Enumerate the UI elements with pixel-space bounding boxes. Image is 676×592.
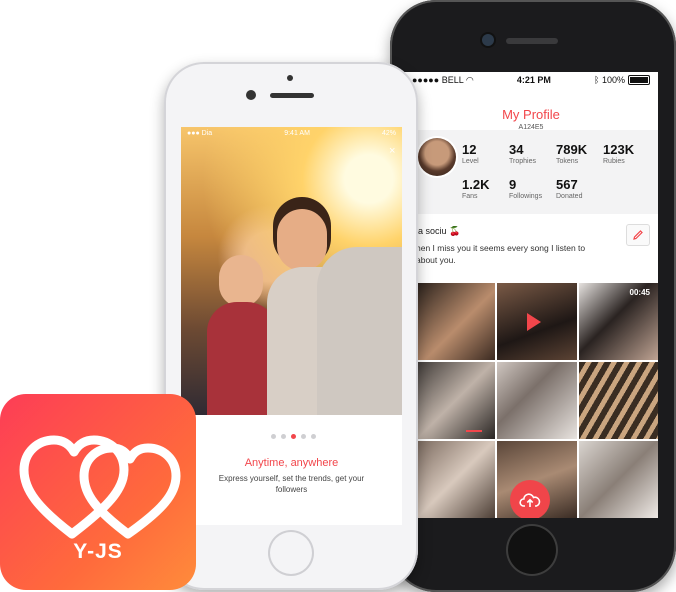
page-dot[interactable] bbox=[271, 434, 276, 439]
stat-value: 34 bbox=[509, 142, 524, 157]
video-duration: 00:45 bbox=[629, 288, 650, 297]
stat-fans: 1.2K Fans bbox=[462, 177, 489, 200]
home-button[interactable] bbox=[508, 526, 556, 574]
app-name: Y-JS bbox=[73, 540, 123, 563]
stat-label: Donated bbox=[556, 193, 583, 200]
stat-tokens: 789K Tokens bbox=[556, 142, 587, 165]
pencil-icon bbox=[633, 230, 643, 240]
media-tile[interactable] bbox=[416, 441, 496, 518]
status-time: 9:41 AM bbox=[284, 129, 310, 137]
media-tile[interactable] bbox=[497, 362, 577, 439]
stat-trophies: 34 Trophies bbox=[509, 142, 536, 165]
stat-label: Fans bbox=[462, 193, 478, 200]
earpiece-speaker bbox=[506, 38, 558, 44]
wifi-icon: ◠ bbox=[465, 74, 474, 85]
key-icon bbox=[466, 430, 482, 432]
media-tile[interactable] bbox=[578, 362, 658, 439]
signal-icon: ●●●●● bbox=[412, 74, 440, 85]
play-icon bbox=[527, 313, 542, 331]
battery-percent: 100% bbox=[601, 74, 625, 85]
status-bar: ●●●●● BELL ◠ 4:21 PM ᛒ 100% bbox=[404, 72, 658, 88]
stat-value: 1.2K bbox=[462, 177, 490, 192]
battery-percent: 42% bbox=[381, 129, 396, 137]
stat-label: Rubies bbox=[603, 158, 625, 165]
stat-followings: 9 Followings bbox=[509, 177, 542, 200]
close-button[interactable]: × bbox=[389, 145, 395, 157]
onboarding-title: Anytime, anywhere bbox=[244, 457, 339, 469]
proximity-sensor bbox=[287, 75, 293, 81]
carrier-label: Dia bbox=[201, 129, 213, 137]
status-bar: ●●● Dia 9:41 AM 42% bbox=[181, 127, 402, 139]
page-indicator bbox=[271, 434, 316, 439]
stat-value: 123K bbox=[603, 142, 635, 157]
stat-value: 12 bbox=[462, 142, 477, 157]
stat-label: Level bbox=[462, 158, 479, 165]
cloud-upload-icon bbox=[519, 493, 541, 507]
person-right bbox=[277, 209, 327, 271]
status-time: 4:21 PM bbox=[516, 75, 551, 85]
person-left bbox=[219, 255, 263, 307]
video-tile[interactable] bbox=[497, 283, 577, 360]
bio-text: hen I miss you it seems every song I lis… bbox=[416, 243, 586, 265]
upload-button[interactable] bbox=[510, 480, 550, 518]
page-title: My Profile bbox=[502, 107, 560, 122]
media-tile[interactable] bbox=[416, 283, 496, 360]
media-tile[interactable] bbox=[578, 441, 658, 518]
front-camera bbox=[482, 34, 494, 46]
page-dot[interactable] bbox=[281, 434, 286, 439]
double-heart-icon bbox=[19, 435, 181, 539]
stat-label: Tokens bbox=[556, 158, 579, 165]
onboarding-photo: ●●● Dia 9:41 AM 42% × bbox=[181, 127, 402, 415]
stat-rubies: 123K Rubies bbox=[603, 142, 634, 165]
battery-icon bbox=[627, 75, 650, 86]
stat-value: 9 bbox=[509, 177, 517, 192]
earpiece-speaker bbox=[270, 93, 314, 98]
bluetooth-icon: ᛒ bbox=[594, 74, 600, 85]
media-tile[interactable] bbox=[416, 362, 496, 439]
stat-label: Trophies bbox=[509, 158, 536, 165]
page-dot[interactable] bbox=[301, 434, 306, 439]
stat-label: Followings bbox=[509, 193, 543, 200]
username: ia sociu 🍒 bbox=[416, 226, 461, 236]
stat-value: 789K bbox=[556, 142, 588, 157]
onboarding-screen: ●●● Dia 9:41 AM 42% × Anytime, anywhere … bbox=[181, 127, 402, 525]
carrier-label: BELL bbox=[441, 74, 464, 85]
edit-profile-button[interactable] bbox=[626, 224, 650, 246]
home-button[interactable] bbox=[270, 532, 312, 574]
stat-level: 12 Level bbox=[462, 142, 479, 165]
stat-donated: 567 Donated bbox=[556, 177, 582, 200]
foreground-person bbox=[317, 247, 402, 415]
signal-icon: ●●● bbox=[187, 129, 200, 137]
profile-screen: ●●●●● BELL ◠ 4:21 PM ᛒ 100% My Profile A… bbox=[404, 72, 658, 518]
front-camera bbox=[246, 90, 256, 100]
onboarding-description: Express yourself, set the trends, get yo… bbox=[218, 474, 365, 494]
avatar[interactable] bbox=[418, 138, 456, 176]
stat-value: 567 bbox=[556, 177, 578, 192]
page-dot[interactable] bbox=[311, 434, 316, 439]
media-tile[interactable]: 00:45 bbox=[578, 283, 658, 360]
page-dot-active[interactable] bbox=[291, 434, 296, 439]
